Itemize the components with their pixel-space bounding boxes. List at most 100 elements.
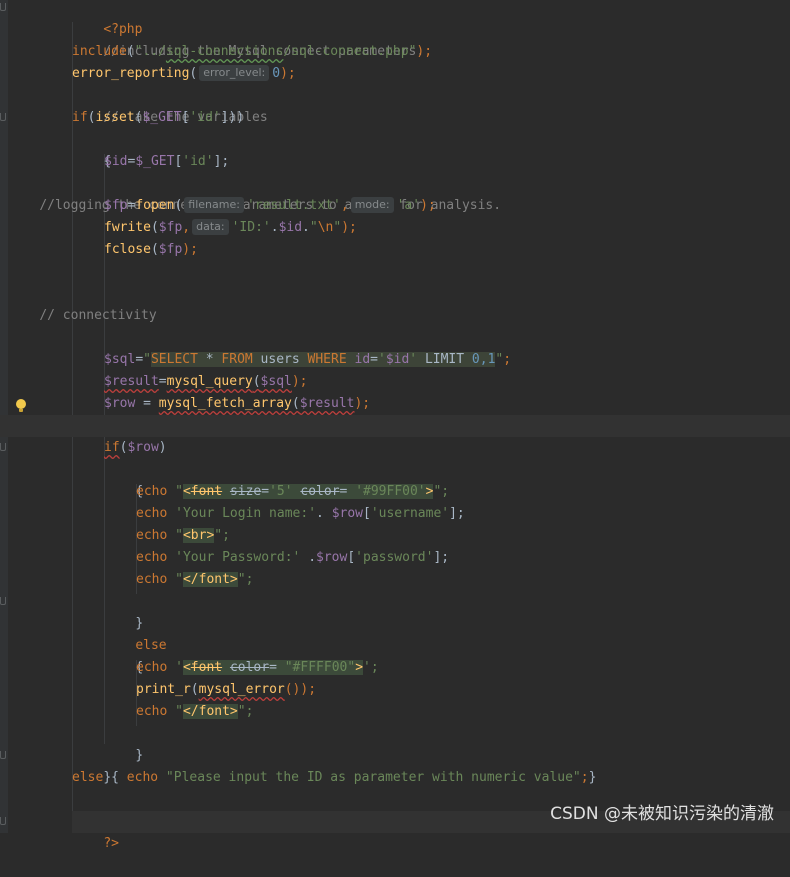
brace: }	[135, 748, 144, 763]
code-line: include("../sql-connections/sql-connect.…	[72, 41, 432, 63]
string: "	[333, 220, 342, 235]
string: ';	[363, 660, 379, 675]
function-name: mysql_error	[198, 682, 285, 697]
html-tag: <	[182, 660, 191, 675]
parameter-hint: mode:	[350, 197, 394, 213]
code-line: echo 'Your Login name:'. $row['username'…	[136, 503, 465, 525]
code-line: error_reporting(error_level: 0);	[72, 63, 296, 85]
code-line: $result=mysql_query($sql);	[104, 371, 308, 393]
keyword: if	[104, 440, 120, 455]
function-name: fopen	[135, 198, 175, 213]
fold-marker-icon[interactable]	[0, 817, 6, 825]
html-tag: font	[190, 484, 223, 499]
code-line: //including the Mysql connect parameters…	[72, 19, 424, 59]
string: 'username'	[370, 506, 450, 521]
punctuation: [	[347, 550, 356, 565]
function-name: mysql_query	[166, 374, 253, 389]
code-line: // take the variables	[72, 85, 267, 125]
variable: $_GET	[142, 110, 182, 125]
fold-marker-icon[interactable]	[0, 597, 6, 605]
punctuation: );	[354, 396, 371, 411]
escape-sequence: \n	[317, 220, 334, 235]
code-line: // connectivity	[8, 283, 156, 323]
string: "	[167, 572, 183, 587]
code-line: echo "</font>";	[136, 569, 253, 591]
function-name: mysql_fetch_array	[158, 396, 292, 411]
code-line: $fp=fopen(filename:'result.txt', mode:'a'…	[104, 195, 436, 217]
code-line: else { echo "Please input the ID as para…	[72, 767, 596, 789]
operator: =	[339, 484, 356, 499]
fold-marker-icon[interactable]	[0, 751, 6, 759]
fold-marker-icon[interactable]	[0, 113, 6, 121]
code-line: {	[104, 459, 143, 499]
code-line: if($row)	[104, 437, 167, 459]
variable: $sql	[104, 352, 136, 367]
parameter-hint: filename:	[184, 197, 244, 213]
code-line: echo "<br>";	[136, 525, 230, 547]
code-line: echo '<font color= "#FFFF00">';	[136, 657, 379, 679]
string: "../	[134, 44, 166, 59]
code-line: if(isset($_GET['id']))	[72, 107, 244, 129]
variable: $id	[104, 154, 128, 169]
html-tag: <	[182, 484, 191, 499]
current-line-highlight	[0, 415, 790, 437]
html-tag: >	[355, 660, 364, 675]
html-tag: <br>	[182, 528, 215, 543]
operator: .	[300, 550, 317, 565]
operator: =	[269, 660, 285, 675]
string: 'result.txt'	[246, 198, 341, 213]
sql-table: users	[252, 352, 308, 367]
code-editor[interactable]: <?php //including the Mysql connect para…	[0, 0, 790, 851]
code-line: echo "</font>";	[136, 701, 253, 723]
punctuation: ];	[433, 550, 450, 565]
parameter-hint: error_level:	[199, 65, 270, 81]
variable: $fp	[104, 198, 128, 213]
operator: .	[302, 220, 310, 235]
keyword: echo	[136, 550, 168, 565]
fold-marker-icon[interactable]	[0, 3, 6, 11]
punctuation: ];	[449, 506, 465, 521]
code-line: else	[104, 613, 166, 653]
punctuation: (	[291, 396, 300, 411]
keyword: echo	[136, 528, 168, 543]
variable: $id	[385, 352, 410, 367]
punctuation: (	[252, 374, 261, 389]
parameter-hint: data:	[192, 219, 229, 235]
fold-marker-icon[interactable]	[0, 443, 6, 451]
punctuation: ,	[340, 198, 349, 213]
punctuation: ,	[182, 220, 191, 235]
code-line: $sql="SELECT * FROM users WHERE id='$id'…	[104, 349, 511, 371]
variable: $sql	[260, 374, 292, 389]
function-name: isset	[95, 110, 135, 125]
sql-keyword: WHERE	[307, 352, 347, 367]
string: '	[409, 352, 418, 367]
html-value: '5'	[269, 484, 293, 499]
variable: $id	[278, 220, 303, 235]
string: "	[309, 220, 318, 235]
punctuation: (	[190, 682, 199, 697]
variable: $row	[316, 550, 348, 565]
html-value: "#FFFF00"	[284, 660, 356, 675]
punctuation: (	[150, 242, 159, 257]
punctuation: ];	[213, 154, 230, 169]
string: 'a'	[396, 198, 421, 213]
code-line: print_r(mysql_error());	[136, 679, 316, 701]
intention-bulb-icon[interactable]	[16, 399, 26, 412]
html-tag: </font>	[182, 704, 238, 719]
code-line: $id=$_GET['id'];	[104, 151, 229, 173]
punctuation: (	[126, 44, 135, 59]
punctuation: (	[150, 220, 159, 235]
punctuation: [	[363, 506, 371, 521]
string: "Please input the ID as parameter with n…	[158, 770, 581, 785]
punctuation: );	[280, 66, 296, 81]
punctuation: );	[341, 220, 357, 235]
string: 'Your Password:'	[167, 550, 301, 565]
sql-keyword: LIMIT	[417, 352, 472, 367]
function-name: print_r	[136, 682, 191, 697]
code-line: {	[72, 129, 111, 169]
keyword: echo	[136, 572, 168, 587]
operator: .	[270, 220, 279, 235]
string: "	[167, 528, 183, 543]
